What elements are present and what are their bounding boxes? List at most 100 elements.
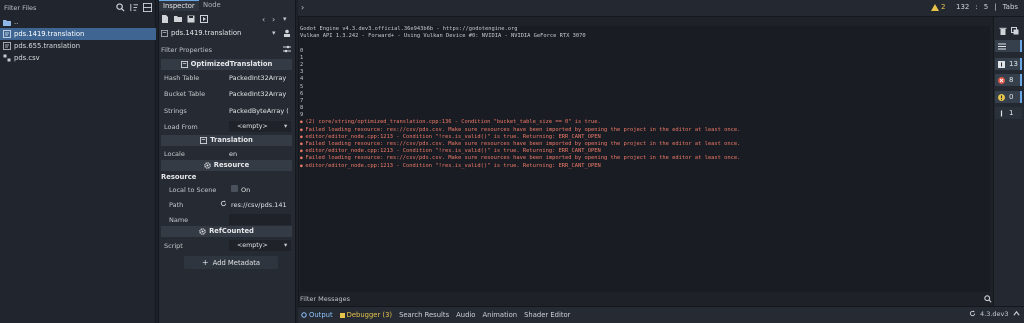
section-title: OptimizedTranslation: [190, 60, 273, 68]
expand-panel-icon[interactable]: [1013, 310, 1020, 317]
filter-all-button[interactable]: 13: [995, 58, 1022, 70]
tab-inspector[interactable]: Inspector: [159, 0, 199, 11]
resource-selector[interactable]: pds.1419.translation: [161, 29, 241, 37]
log-line: Godot Engine v4.3.dev3.official.36e943b6…: [300, 26, 990, 33]
filter-properties-input[interactable]: Filter Properties: [161, 44, 271, 56]
tab-audio[interactable]: Audio: [456, 311, 475, 319]
extra-resource-icon[interactable]: [200, 15, 208, 23]
path-value[interactable]: res://csv/pds.141: [231, 201, 287, 209]
section-translation[interactable]: Translation: [161, 135, 292, 146]
bucket-table-value[interactable]: PackedInt32Array: [229, 90, 286, 98]
section-refcounted[interactable]: RefCounted: [161, 226, 292, 237]
debug-indicator-icon: [339, 312, 345, 318]
property-settings-icon[interactable]: [283, 45, 291, 53]
indent-mode[interactable]: Tabs: [1003, 3, 1019, 11]
hash-table-value[interactable]: PackedInt32Array: [229, 74, 286, 82]
save-icon[interactable]: [187, 15, 195, 23]
file-row[interactable]: pds.csv: [0, 52, 156, 64]
local-to-scene-checkbox[interactable]: [231, 185, 238, 192]
show-all-toggle[interactable]: [995, 40, 1022, 52]
tab-animation[interactable]: Animation: [482, 311, 517, 319]
resource-dropdown-icon[interactable]: ▾: [272, 29, 276, 37]
file-row-selected[interactable]: pds.1419.translation: [0, 28, 156, 40]
tab-label: Shader Editor: [524, 311, 571, 319]
folder-icon: [3, 19, 11, 26]
file-row-parent[interactable]: ..: [0, 16, 156, 28]
gear-icon: [204, 162, 211, 169]
count-messages: 1: [1009, 109, 1014, 117]
filter-messages-input[interactable]: Filter Messages: [300, 294, 980, 304]
editor-status-bar: [298, 0, 1024, 17]
tab-label: Audio: [456, 311, 476, 319]
new-resource-icon[interactable]: [161, 15, 169, 23]
file-row-label: pds.1419.translation: [14, 30, 85, 38]
section-title: Translation: [210, 136, 253, 144]
log-text: Godot Engine v4.3.dev3.official.36e943b6…: [300, 26, 518, 32]
add-metadata-button[interactable]: + Add Metadata: [184, 256, 278, 269]
search-icon[interactable]: [116, 3, 125, 12]
filter-errors-button[interactable]: 8: [995, 74, 1022, 86]
gear-icon: [199, 228, 206, 235]
translation-file-icon: [3, 42, 11, 50]
translation-class-icon: [200, 137, 208, 144]
prop-label: Hash Table: [164, 74, 200, 82]
log-text: 0: [300, 47, 304, 54]
copy-output-icon[interactable]: [1011, 27, 1019, 35]
locale-value[interactable]: en: [229, 150, 237, 158]
filter-messages-button[interactable]: 1: [995, 107, 1022, 119]
log-line-error: ● editor/editor_node.cpp:1213 - Conditio…: [300, 134, 990, 141]
prop-label: Locale: [164, 150, 185, 158]
reload-icon[interactable]: [969, 310, 976, 317]
list-icon: [998, 43, 1006, 50]
name-field[interactable]: [229, 214, 291, 225]
output-log[interactable]: Godot Engine v4.3.dev3.official.36e943b6…: [300, 26, 990, 292]
resource-group-header[interactable]: Resource: [161, 173, 196, 181]
history-forward-icon[interactable]: ›: [272, 15, 275, 24]
count-all: 13: [1009, 60, 1018, 68]
tab-label: Animation: [482, 311, 518, 319]
tab-search-results[interactable]: Search Results: [399, 311, 449, 319]
split-mode-icon[interactable]: [143, 3, 152, 12]
tab-debugger[interactable]: Debugger (3): [339, 311, 392, 319]
history-list-icon[interactable]: ▾: [283, 15, 287, 23]
inspector-toolbar: [161, 15, 208, 23]
prop-label: Bucket Table: [164, 90, 206, 98]
open-folder-icon[interactable]: [174, 15, 182, 23]
tab-node[interactable]: Node: [199, 0, 225, 11]
message-icon: [998, 60, 1005, 68]
strings-value[interactable]: PackedByteArray (: [229, 107, 289, 115]
warnings-indicator[interactable]: 2: [931, 3, 945, 11]
log-line-error: ● Failed loading resource: res://csv/pds…: [300, 127, 990, 134]
reload-icon[interactable]: [220, 200, 227, 207]
tab-label: Output: [309, 311, 333, 319]
section-title: RefCounted: [209, 227, 254, 235]
object-properties-icon[interactable]: [283, 29, 291, 37]
log-line: 4: [300, 76, 990, 83]
toggle-scripts-panel-icon[interactable]: ›: [301, 3, 304, 12]
translation-class-icon: [180, 61, 188, 68]
section-resource[interactable]: Resource: [161, 160, 292, 171]
load-from-dropdown[interactable]: <empty>: [229, 121, 291, 132]
warnings-count: 2: [941, 3, 946, 11]
clear-output-icon[interactable]: [999, 27, 1007, 35]
section-optimized-translation[interactable]: OptimizedTranslation: [161, 59, 292, 70]
tab-shader-editor[interactable]: Shader Editor: [524, 311, 570, 319]
log-text: Failed loading resource: res://csv/pds.c…: [305, 155, 741, 162]
sort-icon[interactable]: [129, 3, 138, 12]
filter-warnings-button[interactable]: 0: [995, 91, 1022, 103]
log-text: 1: [300, 54, 304, 61]
prop-label: Path: [169, 201, 184, 209]
translation-file-icon: [3, 30, 11, 38]
log-text: 8: [300, 105, 304, 112]
log-text: 3: [300, 69, 304, 76]
log-line-error: ● editor/editor_node.cpp:1213 - Conditio…: [300, 148, 990, 155]
bottom-tab-bar: Output Debugger (3) Search Results Audio…: [298, 306, 1024, 323]
search-icon[interactable]: [984, 295, 992, 303]
tab-output[interactable]: Output: [301, 311, 333, 319]
history-back-icon[interactable]: ‹: [262, 15, 265, 24]
file-row[interactable]: pds.655.translation: [0, 40, 156, 52]
script-dropdown[interactable]: <empty>: [229, 240, 291, 251]
chevron-down-icon: ▾: [284, 122, 288, 130]
prop-label: Script: [164, 242, 183, 250]
filter-files-input[interactable]: Filter Files: [2, 2, 112, 14]
